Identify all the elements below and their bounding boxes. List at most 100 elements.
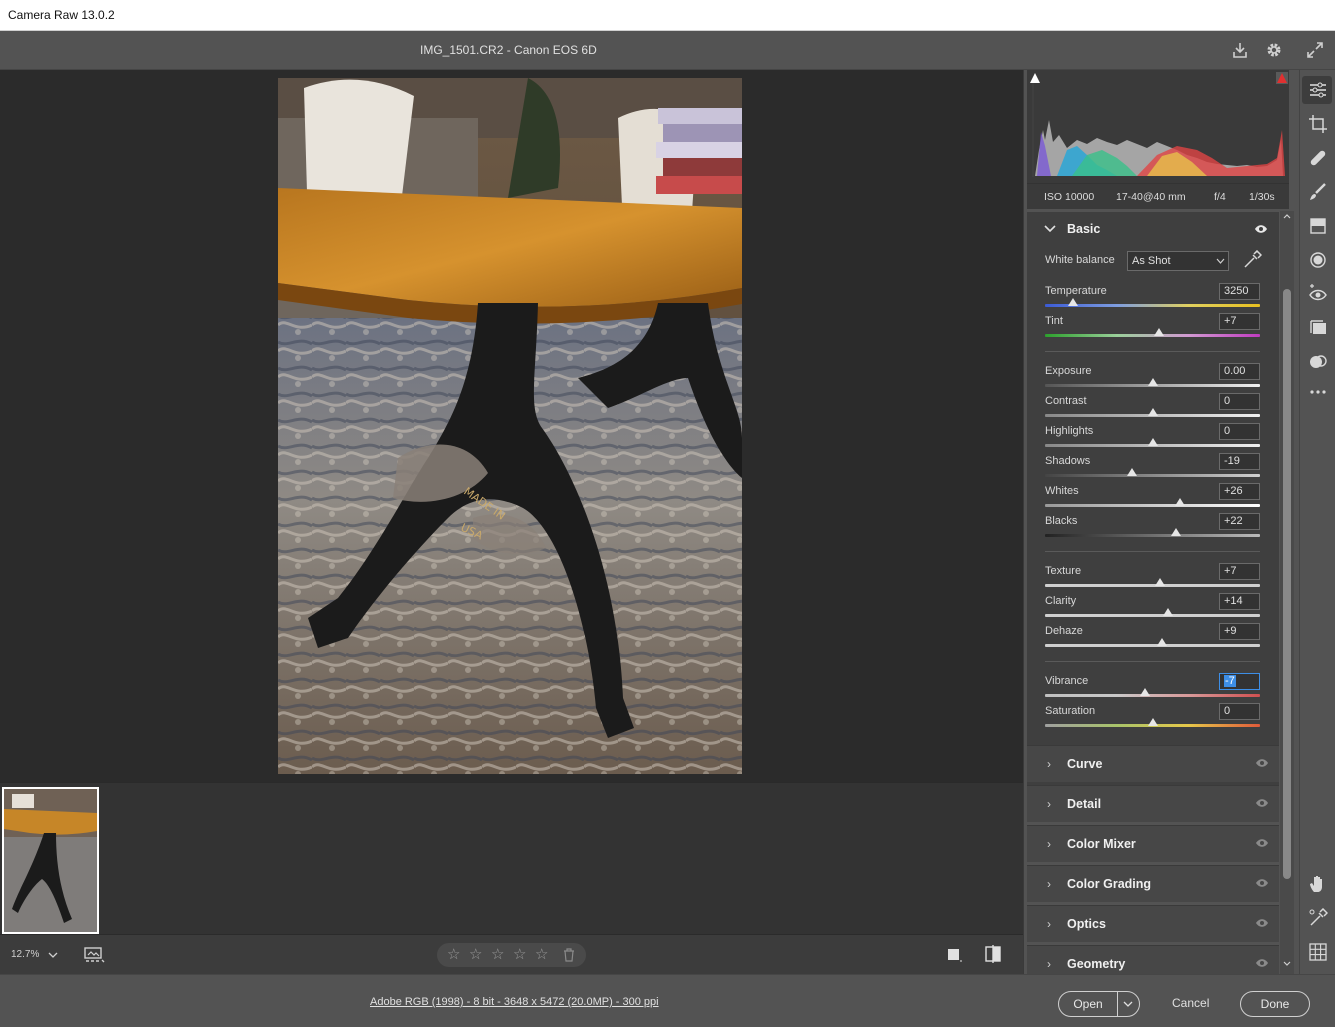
brush-icon[interactable] [1308,182,1328,202]
whites-value[interactable]: +26 [1219,483,1260,500]
temperature-slider-handle[interactable] [1067,298,1078,306]
filmstrip-thumbnail[interactable] [2,787,99,934]
texture-value[interactable]: +7 [1219,563,1260,580]
scrollbar-thumb[interactable] [1283,289,1291,879]
saturation-slider-handle[interactable] [1147,718,1158,726]
star-2-icon[interactable]: ☆ [469,945,482,965]
section-visibility-eye-icon[interactable] [1255,758,1269,768]
basic-section-title[interactable]: Basic [1067,222,1100,236]
scroll-down-icon[interactable] [1283,961,1291,967]
shadow-clipping-icon[interactable] [1029,72,1041,84]
section-visibility-eye-icon[interactable] [1255,798,1269,808]
dehaze-slider-handle[interactable] [1157,638,1168,646]
section-visibility-eye-icon[interactable] [1255,958,1269,968]
blacks-slider-handle[interactable] [1171,528,1182,536]
section-curve[interactable]: › Curve [1027,745,1279,782]
zoom-level[interactable]: 12.7% [11,949,39,960]
basic-chevron-down-icon[interactable] [1044,224,1056,234]
section-visibility-eye-icon[interactable] [1255,838,1269,848]
vibrance-slider[interactable] [1045,688,1260,697]
filmstrip-toggle-icon[interactable] [84,946,106,964]
blacks-slider[interactable] [1045,528,1260,537]
highlight-clipping-icon[interactable] [1276,72,1288,84]
blacks-value[interactable]: +22 [1219,513,1260,530]
section-color-grading[interactable]: › Color Grading [1027,865,1279,902]
star-1-icon[interactable]: ☆ [447,945,460,965]
exposure-slider[interactable] [1045,378,1260,387]
snapshots-icon[interactable] [1308,318,1328,338]
workflow-options-link[interactable]: Adobe RGB (1998) - 8 bit - 3648 x 5472 (… [370,996,659,1008]
highlights-slider-handle[interactable] [1147,438,1158,446]
presets-icon[interactable] [1308,352,1328,372]
image-canvas[interactable]: MADE IN USA [0,70,1023,782]
eyedropper-icon[interactable] [1242,250,1262,270]
saturation-value[interactable]: 0 [1219,703,1260,720]
star-4-icon[interactable]: ☆ [513,945,526,965]
done-button[interactable]: Done [1240,991,1310,1017]
vibrance-value[interactable]: -7 [1219,673,1260,690]
clarity-slider-handle[interactable] [1162,608,1173,616]
contrast-value[interactable]: 0 [1219,393,1260,410]
dehaze-slider[interactable] [1045,638,1260,647]
scroll-up-icon[interactable] [1283,213,1291,219]
fullscreen-icon[interactable] [1305,40,1325,60]
photo-preview[interactable]: MADE IN USA [278,78,742,774]
white-balance-dropdown[interactable]: As Shot [1127,251,1229,271]
healing-icon[interactable] [1308,148,1328,168]
crop-icon[interactable] [1308,114,1328,134]
section-color-mixer[interactable]: › Color Mixer [1027,825,1279,862]
edit-sliders-icon[interactable] [1308,80,1328,100]
open-button-label: Open [1073,997,1103,1011]
red-eye-icon[interactable] [1308,284,1328,304]
zoom-chevron-down-icon[interactable] [48,951,58,959]
star-5-icon[interactable]: ☆ [535,945,548,965]
before-after-icon[interactable] [984,945,1002,963]
section-optics[interactable]: › Optics [1027,905,1279,942]
tint-slider[interactable] [1045,328,1260,337]
shadows-slider[interactable] [1045,468,1260,477]
whites-slider[interactable] [1045,498,1260,507]
vibrance-slider-handle[interactable] [1139,688,1150,696]
save-icon[interactable] [1230,40,1250,60]
filmstrip [0,782,1023,934]
section-geometry[interactable]: › Geometry [1027,945,1279,974]
section-visibility-eye-icon[interactable] [1255,918,1269,928]
color-sampler-icon[interactable] [1308,908,1328,928]
hand-tool-icon[interactable] [1308,874,1328,894]
dehaze-label: Dehaze [1045,625,1083,637]
texture-slider-handle[interactable] [1155,578,1166,586]
exposure-slider-handle[interactable] [1147,378,1158,386]
contrast-slider[interactable] [1045,408,1260,417]
cancel-button[interactable]: Cancel [1172,996,1209,1010]
saturation-slider[interactable] [1045,718,1260,727]
settings-icon[interactable] [1264,40,1284,60]
tint-value[interactable]: +7 [1219,313,1260,330]
highlights-value[interactable]: 0 [1219,423,1260,440]
exposure-value[interactable]: 0.00 [1219,363,1260,380]
open-options-chevron-down-icon[interactable] [1123,1001,1133,1008]
texture-slider[interactable] [1045,578,1260,587]
shadows-value[interactable]: -19 [1219,453,1260,470]
basic-visibility-eye-icon[interactable] [1254,224,1268,234]
highlights-slider[interactable] [1045,438,1260,447]
linear-gradient-icon[interactable] [1308,216,1328,236]
section-visibility-eye-icon[interactable] [1255,878,1269,888]
open-button[interactable]: Open [1058,991,1140,1017]
radial-gradient-icon[interactable] [1308,250,1328,270]
section-detail[interactable]: › Detail [1027,785,1279,822]
shadows-slider-handle[interactable] [1127,468,1138,476]
panel-scrollbar[interactable] [1280,211,1294,974]
star-3-icon[interactable]: ☆ [491,945,504,965]
clarity-slider[interactable] [1045,608,1260,617]
dehaze-value[interactable]: +9 [1219,623,1260,640]
single-view-icon[interactable] [946,947,962,963]
grid-overlay-icon[interactable] [1308,942,1328,962]
clarity-value[interactable]: +14 [1219,593,1260,610]
more-options-icon[interactable] [1308,382,1328,402]
tint-slider-handle[interactable] [1153,328,1164,336]
trash-icon[interactable] [563,948,575,962]
temperature-slider[interactable] [1045,298,1260,307]
contrast-slider-handle[interactable] [1147,408,1158,416]
whites-slider-handle[interactable] [1175,498,1186,506]
temperature-value[interactable]: 3250 [1219,283,1260,300]
